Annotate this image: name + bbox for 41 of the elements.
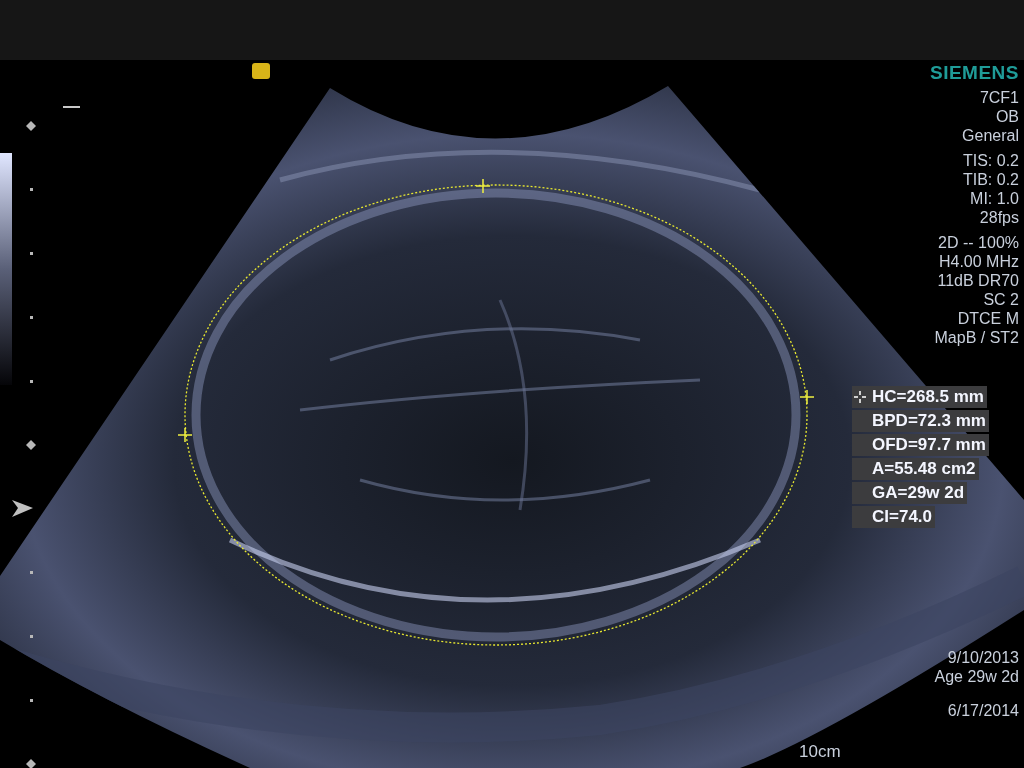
depth-tick-icon: [30, 316, 33, 319]
depth-marker-icon: [26, 759, 36, 768]
focus-arrow-icon: [12, 500, 33, 517]
scan-parameter: MI: 1.0: [970, 189, 1019, 208]
measurement-result: BPD=72.3 mm: [852, 410, 989, 432]
scan-parameter: 11dB DR70: [937, 271, 1019, 290]
scan-parameter: General: [962, 126, 1019, 145]
measurement-result: HC=268.5 mm: [852, 386, 987, 408]
scan-parameter: SC 2: [983, 290, 1019, 309]
measurement-result: GA=29w 2d: [852, 482, 968, 504]
caliper-marker[interactable]: [475, 178, 491, 194]
logo-icon: [252, 63, 270, 79]
depth-marker-icon: [26, 121, 36, 131]
exam-date: 6/17/2014: [947, 701, 1019, 720]
measurement-result: CI=74.0: [852, 506, 935, 528]
caliper-marker[interactable]: [799, 389, 815, 405]
scan-parameter: TIS: 0.2: [962, 151, 1019, 170]
dash-icon: [62, 106, 81, 108]
depth-tick-icon: [30, 699, 33, 702]
scan-parameter: TIB: 0.2: [962, 170, 1019, 189]
depth-tick-icon: [30, 380, 33, 383]
scan-parameter: OB: [995, 107, 1019, 126]
scan-parameter: H4.00 MHz: [938, 252, 1019, 271]
measurement-result: OFD=97.7 mm: [852, 434, 989, 456]
scan-parameter: 2D -- 100%: [938, 233, 1019, 252]
brand-logo: SIEMENS: [929, 64, 1019, 82]
scan-parameter: DTCE M: [957, 309, 1019, 328]
measurement-result: A=55.48 cm2: [852, 458, 979, 480]
depth-tick-icon: [30, 252, 33, 255]
cursor-icon: [854, 391, 866, 403]
caliper-marker[interactable]: [177, 427, 193, 443]
depth-tick-icon: [30, 635, 33, 638]
scan-parameter: 28fps: [979, 208, 1019, 227]
patient-date: Age 29w 2d: [934, 667, 1019, 686]
patient-date: 9/10/2013: [947, 648, 1019, 667]
depth-tick-icon: [30, 188, 33, 191]
depth-marker-icon: [26, 440, 36, 450]
depth-tick-icon: [30, 571, 33, 574]
scan-parameter: 7CF1: [979, 88, 1019, 107]
depth-label: 10cm: [799, 742, 841, 761]
scan-parameter: MapB / ST2: [934, 328, 1019, 347]
